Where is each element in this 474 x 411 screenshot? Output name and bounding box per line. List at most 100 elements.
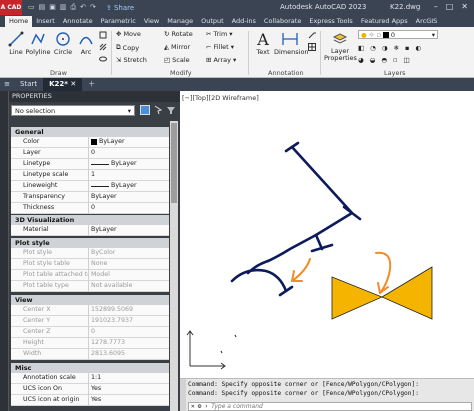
quick-select-icon[interactable] (166, 105, 176, 115)
tab-express-tools[interactable]: Express Tools (305, 16, 356, 27)
prop-transparency[interactable]: Transparency ByLayer (11, 192, 169, 203)
prop-layer[interactable]: Layer 0 (11, 148, 169, 159)
prop-ucs-icon-origin[interactable]: UCS icon at origin Yes (11, 395, 169, 406)
properties-scrollbar[interactable] (170, 121, 178, 411)
prop-plot-style[interactable]: Plot style ByColor (11, 248, 169, 259)
redo-icon[interactable]: ↷ (90, 3, 96, 12)
prop-material[interactable]: Material ByLayer (11, 225, 169, 236)
menu-icon[interactable]: ≡ (0, 78, 14, 91)
layer-on-icon[interactable]: ◕ (358, 56, 364, 64)
undo-icon[interactable]: ↶ (80, 3, 86, 12)
layer-unlock-icon[interactable]: ▫ (393, 56, 397, 64)
section-3d-visualization[interactable]: 3D Visualization (11, 215, 169, 225)
tab-manage[interactable]: Manage (163, 16, 197, 27)
prop-ucs-icon-on[interactable]: UCS icon On Yes (11, 384, 169, 395)
layer-match-icon[interactable]: ◧ (358, 44, 364, 52)
section-misc[interactable]: Misc (11, 363, 169, 373)
tab-view[interactable]: View (140, 16, 163, 27)
tab-collaborate[interactable]: Collaborate (260, 16, 305, 27)
toggle-pickadd-icon[interactable] (140, 105, 150, 115)
minimize-icon[interactable]: – (434, 2, 438, 11)
wrench-icon[interactable]: ⚙ (198, 403, 202, 410)
selection-dropdown[interactable]: No selection ▾ (11, 105, 135, 116)
plot-icon[interactable]: ⎙ (71, 3, 77, 12)
prop-plot-table-type[interactable]: Plot table type Not available (11, 281, 169, 292)
new-file-icon[interactable]: ▭ (28, 3, 35, 12)
layer-isolate-icon[interactable]: ◑ (382, 44, 388, 52)
prop-center-y[interactable]: Center Y 191023.7937 (11, 316, 169, 327)
text-icon: A (257, 29, 269, 49)
annotation-extra-1[interactable] (308, 31, 316, 39)
prop-linetype[interactable]: Linetype ByLayer (11, 159, 169, 170)
command-line-handle[interactable] (180, 379, 186, 411)
move-button[interactable]: ✥ Move (116, 30, 141, 38)
prop-center-x[interactable]: Center X 152899.5069 (11, 305, 169, 316)
palette-side-bar[interactable] (0, 91, 9, 411)
tab-parametric[interactable]: Parametric (97, 16, 140, 27)
prop-thickness[interactable]: Thickness 0 (11, 203, 169, 214)
fillet-button[interactable]: ⌐ Fillet ▾ (206, 43, 234, 51)
scrollbar-thumb[interactable] (171, 123, 177, 203)
dimension-button[interactable]: Dimension (274, 30, 309, 56)
array-button[interactable]: ⊞ Array ▾ (206, 56, 236, 64)
trim-button[interactable]: ✂ Trim ▾ (206, 30, 233, 38)
section-general[interactable]: General (11, 127, 169, 137)
drawing-canvas[interactable]: [−][Top][2D Wireframe] Command: Specify … (180, 91, 474, 411)
arc-button[interactable]: Arc (73, 30, 99, 56)
section-view[interactable]: View (11, 295, 169, 305)
close-icon[interactable]: ✕ (191, 403, 195, 410)
tab-home[interactable]: Home (5, 16, 33, 27)
stretch-button[interactable]: ⇲ Stretch (116, 56, 147, 64)
prop-width[interactable]: Width 2813.6095 (11, 349, 169, 360)
layer-freeze-icon[interactable]: ❄ (394, 44, 399, 52)
layer-walk-icon[interactable]: ◒ (370, 56, 376, 64)
close-icon[interactable]: ✕ (70, 80, 76, 88)
annotation-extra-2[interactable] (308, 43, 316, 51)
command-line: Command: Specify opposite corner or [Fen… (180, 378, 474, 411)
layer-off-icon[interactable]: ◔ (370, 44, 376, 52)
tab-featured-apps[interactable]: Featured Apps (357, 16, 412, 27)
application-menu-button[interactable]: A CAD (0, 0, 22, 15)
layer-lock-icon[interactable]: ▪ (405, 44, 409, 52)
save-icon[interactable]: ▣ (49, 3, 56, 12)
tab-insert[interactable]: Insert (32, 16, 59, 27)
layer-properties-button[interactable]: Layer Properties (324, 30, 357, 62)
draw-extra-2[interactable] (99, 43, 107, 51)
prop-color[interactable]: Color ByLayer (11, 137, 169, 148)
file-tab-current[interactable]: K22* ✕ (43, 78, 83, 91)
prop-plot-style-table[interactable]: Plot style table None (11, 259, 169, 270)
copy-button[interactable]: ⧉ Copy (116, 43, 139, 52)
close-icon[interactable]: ✕ (461, 2, 468, 11)
layer-change-icon[interactable]: ◫ (403, 56, 409, 64)
mirror-button[interactable]: ◭ Mirror (164, 43, 190, 51)
polyline-button[interactable]: Polyline (25, 30, 51, 56)
select-objects-icon[interactable] (153, 105, 163, 115)
tab-output[interactable]: Output (197, 16, 228, 27)
section-plot-style[interactable]: Plot style (11, 238, 169, 248)
new-tab-button[interactable]: ＋ (82, 78, 101, 91)
maximize-icon[interactable]: □ (446, 2, 454, 11)
prop-annotation-scale[interactable]: Annotation scale 1:1 (11, 373, 169, 384)
scale-button[interactable]: ◰ Scale (164, 56, 190, 64)
prop-lineweight[interactable]: Lineweight ByLayer (11, 181, 169, 192)
draw-extra-1[interactable] (99, 31, 107, 39)
text-button[interactable]: A Text (250, 29, 276, 57)
open-file-icon[interactable]: ▤ (39, 3, 46, 12)
prop-height[interactable]: Height 1278.7773 (11, 338, 169, 349)
command-input-box[interactable]: ✕ ⚙ › (188, 402, 472, 411)
share-button[interactable]: ⇪ Share (106, 4, 134, 12)
save-as-icon[interactable]: ▥ (60, 3, 67, 12)
draw-extra-3[interactable] (99, 55, 107, 63)
tab-add-ins[interactable]: Add-ins (228, 16, 260, 27)
prop-plot-table-attached[interactable]: Plot table attached to Model (11, 270, 169, 281)
rotate-button[interactable]: ↻ Rotate (164, 30, 193, 38)
prop-linetype-scale[interactable]: Linetype scale 1 (11, 170, 169, 181)
layer-thaw-icon[interactable]: ◓ (381, 56, 387, 64)
tab-annotate[interactable]: Annotate (59, 16, 97, 27)
prop-center-z[interactable]: Center Z0 (11, 327, 169, 338)
layer-dropdown[interactable]: ● ☼ ▫ 0 ▾ (358, 30, 438, 39)
file-tab-start[interactable]: Start (14, 78, 43, 91)
layer-previous-icon[interactable]: ◐ (415, 44, 421, 52)
tab-arcgis[interactable]: ArcGIS (412, 16, 442, 27)
command-input[interactable] (211, 402, 412, 411)
